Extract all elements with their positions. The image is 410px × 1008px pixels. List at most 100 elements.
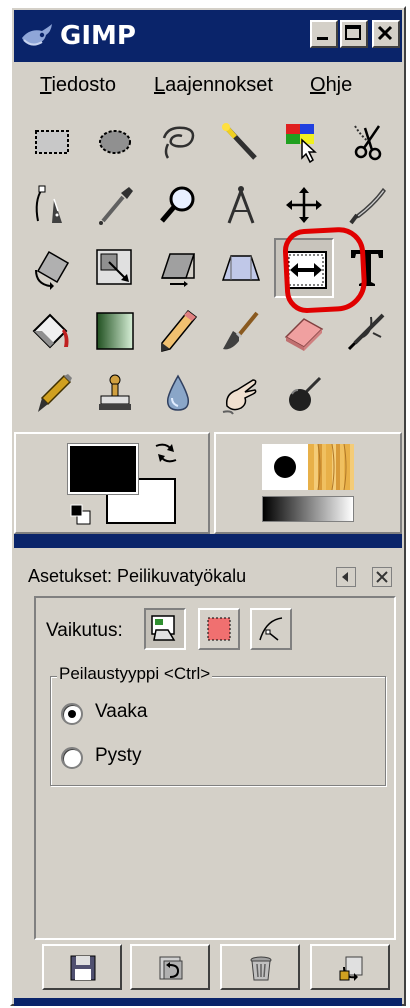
affect-path-button[interactable] — [250, 608, 292, 650]
rect-select-icon — [35, 130, 69, 154]
tool-select-by-color[interactable] — [274, 112, 334, 172]
swap-arrows-icon[interactable] — [152, 440, 180, 466]
tool-rotate[interactable] — [22, 238, 82, 298]
selection-icon — [207, 617, 231, 641]
flip-horizontal-radio[interactable] — [61, 703, 83, 725]
tool-magnify[interactable] — [148, 175, 208, 235]
reset-options-button[interactable] — [310, 944, 390, 990]
maximize-button[interactable] — [340, 20, 368, 48]
tool-pencil[interactable] — [148, 301, 208, 361]
tool-perspective[interactable] — [211, 238, 271, 298]
airbrush-icon — [347, 313, 385, 351]
affect-layer-button[interactable] — [144, 608, 186, 650]
scale-icon — [96, 249, 132, 285]
brush-preview[interactable] — [262, 444, 308, 490]
tool-airbrush[interactable] — [337, 301, 397, 361]
reset-icon — [339, 956, 363, 981]
pencil-icon — [161, 309, 198, 352]
shear-icon — [160, 253, 196, 287]
tool-blur-sharpen[interactable] — [148, 364, 208, 424]
tool-fuzzy-select[interactable] — [211, 112, 271, 172]
close-icon — [377, 25, 393, 41]
window-title: GIMP — [60, 21, 136, 51]
select-by-color-icon — [286, 124, 317, 164]
brush-pattern-gradient-panel — [214, 432, 402, 534]
radio-checked-dot — [68, 710, 76, 718]
close-button[interactable] — [372, 20, 400, 48]
wood-pattern-icon — [317, 444, 347, 490]
tool-shear[interactable] — [148, 238, 208, 298]
gimp-toolbox-window: GIMP Tiedosto Laajennokset Ohje Asetukse… — [10, 6, 406, 1006]
gradient-preview[interactable] — [262, 496, 354, 522]
ink-pen-icon — [38, 374, 72, 412]
menu-extensions-mnemonic: L — [154, 74, 166, 96]
color-panel — [14, 432, 210, 534]
close-small-icon — [376, 571, 388, 583]
eraser-icon — [284, 318, 324, 351]
tool-crop[interactable] — [337, 175, 397, 235]
perspective-icon — [221, 255, 261, 281]
menu-file[interactable]: Tiedosto — [40, 74, 116, 97]
menu-help-label: hje — [325, 74, 353, 96]
tool-color-picker[interactable] — [85, 175, 145, 235]
paintbrush-icon — [223, 311, 259, 350]
tool-measure[interactable] — [211, 175, 271, 235]
maximize-icon — [345, 25, 361, 40]
menu-extensions[interactable]: Laajennokset — [154, 74, 273, 97]
delete-options-button[interactable] — [220, 944, 300, 990]
tool-rect-select[interactable] — [22, 112, 82, 172]
affect-selection-button[interactable] — [198, 608, 240, 650]
foreground-color-swatch[interactable] — [67, 443, 139, 495]
tool-free-select[interactable] — [148, 112, 208, 172]
tool-options-panel: Vaikutus: Peilaustyyppi <Ctrl> Vaaka Pys… — [34, 596, 396, 940]
triangle-left-icon — [342, 572, 348, 582]
move-arrows-icon — [286, 187, 322, 223]
water-drop-icon — [166, 374, 190, 411]
tool-dodge-burn[interactable] — [274, 364, 334, 424]
tool-scale[interactable] — [85, 238, 145, 298]
flip-vertical-label: Pysty — [95, 745, 142, 766]
stamp-icon — [99, 374, 131, 410]
flip-vertical-radio[interactable] — [61, 747, 83, 769]
dock-close-button[interactable] — [372, 567, 392, 587]
magnifier-icon — [160, 186, 195, 223]
menu-help-mnemonic: O — [310, 74, 326, 96]
tool-ink[interactable] — [22, 364, 82, 424]
tool-blend[interactable] — [85, 301, 145, 361]
path-icon — [259, 617, 283, 641]
flip-horizontal-label: Vaaka — [95, 701, 148, 722]
menu-file-mnemonic: T — [40, 74, 52, 96]
paths-pen-icon — [35, 185, 62, 223]
tool-options-header: Asetukset: Peilikuvatyökalu — [14, 556, 402, 596]
dock-menu-button[interactable] — [336, 567, 356, 587]
title-bar[interactable]: GIMP — [14, 10, 402, 62]
magic-wand-icon — [222, 123, 257, 160]
tool-paintbrush[interactable] — [211, 301, 271, 361]
tool-scissors[interactable] — [337, 112, 397, 172]
trash-can-icon — [250, 956, 272, 981]
default-colors-icon[interactable] — [70, 504, 92, 526]
bottom-dock-separator[interactable] — [14, 998, 402, 1006]
restore-options-button[interactable] — [130, 944, 210, 990]
tool-smudge[interactable] — [211, 364, 271, 424]
lasso-icon — [162, 126, 195, 159]
tool-bucket-fill[interactable] — [22, 301, 82, 361]
tool-options-button-bar — [34, 940, 396, 996]
wilber-icon — [22, 24, 52, 46]
affect-label: Vaikutus: — [46, 620, 123, 641]
ellipse-select-icon — [99, 130, 131, 154]
rotate-icon — [35, 250, 70, 290]
flip-tool-highlight-circle — [281, 225, 369, 315]
scissors-icon — [354, 125, 382, 161]
menu-help[interactable]: Ohje — [310, 74, 352, 97]
save-options-button[interactable] — [42, 944, 122, 990]
tool-grid — [22, 112, 400, 432]
dock-separator[interactable] — [14, 534, 402, 548]
tool-paths[interactable] — [22, 175, 82, 235]
tool-ellipse-select[interactable] — [85, 112, 145, 172]
tool-move[interactable] — [274, 175, 334, 235]
layer-icon — [151, 615, 176, 641]
minimize-button[interactable] — [310, 20, 338, 48]
tool-clone[interactable] — [85, 364, 145, 424]
restore-icon — [159, 956, 183, 980]
